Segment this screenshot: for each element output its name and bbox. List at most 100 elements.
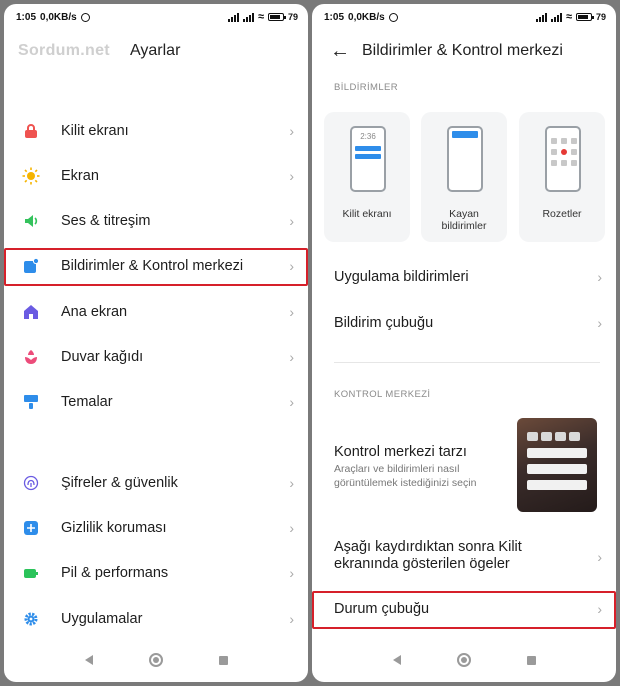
settings-item[interactable]: Pil & performans ›	[4, 554, 308, 592]
status-bar-item[interactable]: Durum çubuğu	[334, 601, 429, 617]
lockscreen-items-setting[interactable]: Aşağı kaydırdıktan sonra Kilit ekranında…	[334, 539, 534, 573]
alarm-icon	[388, 12, 398, 22]
toggle-tile	[541, 432, 552, 441]
control-center-preview[interactable]	[517, 418, 597, 512]
settings-item-label: Uygulamalar	[61, 611, 143, 627]
chevron-right-icon: ›	[289, 304, 294, 320]
chevron-right-icon: ›	[289, 258, 294, 274]
settings-item-label: Gizlilik koruması	[61, 520, 167, 536]
toggle-tile	[555, 432, 566, 441]
battery-status-icon	[575, 13, 594, 21]
page-title: Ayarlar	[130, 42, 181, 59]
badges-preview	[545, 126, 581, 192]
flower-icon	[22, 348, 40, 366]
app-notifications-item[interactable]: Uygulama bildirimleri	[334, 269, 469, 285]
notification-icon	[22, 257, 40, 275]
chevron-right-icon: ›	[289, 520, 294, 536]
status-bar: 1:05 0,0KB/s ≈ 79	[4, 4, 308, 30]
card-floating-notifications[interactable]: Kayan bildirimler	[421, 112, 507, 242]
notification-shade-item[interactable]: Bildirim çubuğu	[334, 315, 433, 331]
notifications-screen: 1:05 0,0KB/s ≈ 79 ← Bildirimler & Kontro…	[312, 4, 616, 682]
home-nav-icon[interactable]	[148, 653, 163, 667]
section-header-control-center: KONTROL MERKEZİ	[334, 389, 431, 400]
settings-item[interactable]: Temalar ›	[4, 383, 308, 421]
home-icon	[22, 303, 40, 321]
card-label: Rozetler	[542, 208, 582, 220]
chevron-right-icon: ›	[289, 349, 294, 365]
app-icon-stub	[571, 138, 577, 144]
signal-icon	[242, 12, 254, 22]
alarm-icon	[80, 12, 90, 22]
app-icon-stub	[571, 149, 577, 155]
status-speed: 0,0KB/s	[40, 11, 77, 23]
card-label: Kilit ekranı	[342, 208, 392, 220]
app-icon-stub	[551, 160, 557, 166]
recents-nav-icon[interactable]	[218, 655, 228, 665]
home-nav-icon[interactable]	[456, 653, 471, 667]
navigation-bar	[4, 638, 308, 682]
chevron-right-icon: ›	[289, 168, 294, 184]
status-bar: 1:05 0,0KB/s ≈ 79	[312, 4, 616, 30]
settings-item-label: Duvar kağıdı	[61, 349, 144, 365]
app-icon-stub	[561, 149, 567, 155]
status-time: 1:05	[16, 11, 37, 23]
wifi-icon: ≈	[565, 11, 572, 23]
recents-nav-icon[interactable]	[526, 655, 536, 665]
chevron-right-icon: ›	[597, 549, 602, 565]
settings-item[interactable]: Duvar kağıdı ›	[4, 338, 308, 376]
page-title: Bildirimler & Kontrol merkezi	[362, 42, 563, 59]
card-badges[interactable]: Rozetler	[519, 112, 605, 242]
settings-item-label: Temalar	[61, 394, 113, 410]
settings-item[interactable]: Kilit ekranı ›	[4, 112, 308, 150]
app-icon-stub	[561, 138, 567, 144]
settings-item[interactable]: Bildirimler & Kontrol merkezi ›	[4, 247, 308, 285]
sun-icon	[22, 167, 40, 185]
chevron-right-icon: ›	[289, 123, 294, 139]
settings-item-label: Kilit ekranı	[61, 123, 129, 139]
settings-item-label: Bildirimler & Kontrol merkezi	[61, 258, 244, 274]
toggle-tile	[527, 432, 538, 441]
section-header-notifications: BİLDİRİMLER	[334, 82, 399, 93]
settings-item[interactable]: Ana ekran ›	[4, 293, 308, 331]
card-label: Kayan bildirimler	[441, 208, 487, 232]
navigation-bar	[312, 638, 616, 682]
settings-item-label: Ana ekran	[61, 304, 128, 320]
gear-icon	[22, 610, 40, 628]
back-arrow-icon[interactable]: ←	[330, 40, 350, 63]
back-nav-icon[interactable]	[392, 655, 401, 665]
signal-icon	[550, 12, 562, 22]
chevron-right-icon: ›	[597, 601, 602, 617]
card-lock-screen[interactable]: 2:36 Kilit ekranı	[324, 112, 410, 242]
settings-item[interactable]: Ses & titreşim ›	[4, 202, 308, 240]
toggle-tile	[569, 432, 580, 441]
app-icon-stub	[561, 160, 567, 166]
fingerprint-icon	[22, 474, 40, 492]
settings-screen: 1:05 0,0KB/s ≈ 79 Sordum.net Ayarlar Kil…	[4, 4, 308, 682]
battery-status-icon	[267, 13, 286, 21]
back-nav-icon[interactable]	[84, 655, 93, 665]
app-icon-stub	[571, 160, 577, 166]
control-center-style-title[interactable]: Kontrol merkezi tarzı	[334, 444, 467, 460]
signal-icon	[227, 12, 239, 22]
settings-item-label: Ekran	[61, 168, 99, 184]
app-icon-stub	[551, 138, 557, 144]
battery-icon	[22, 564, 40, 582]
app-icon-stub	[551, 149, 557, 155]
settings-item[interactable]: Uygulamalar ›	[4, 600, 308, 638]
lock-icon	[22, 122, 40, 140]
speaker-icon	[22, 212, 40, 230]
settings-item[interactable]: Gizlilik koruması ›	[4, 509, 308, 547]
watermark: Sordum.net	[18, 42, 110, 59]
status-time: 1:05	[324, 11, 345, 23]
settings-item[interactable]: Şifreler & güvenlik ›	[4, 464, 308, 502]
notification-stub	[527, 464, 587, 474]
battery-percent: 79	[595, 12, 606, 22]
settings-item[interactable]: Ekran ›	[4, 157, 308, 195]
brush-icon	[22, 393, 40, 411]
chevron-right-icon: ›	[289, 565, 294, 581]
notification-stub	[527, 480, 587, 490]
floating-preview	[447, 126, 483, 192]
settings-item-label: Ses & titreşim	[61, 213, 151, 229]
chevron-right-icon: ›	[289, 475, 294, 491]
mock-time: 2:36	[360, 132, 376, 141]
